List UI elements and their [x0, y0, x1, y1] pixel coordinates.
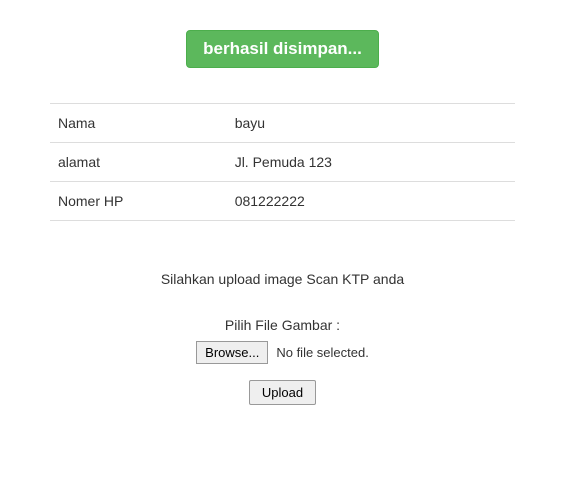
table-row: Nomer HP 081222222 [50, 182, 515, 221]
alert-text: berhasil disimpan... [203, 39, 362, 58]
row-label: alamat [50, 143, 227, 182]
row-label: Nama [50, 104, 227, 143]
row-value: 081222222 [227, 182, 515, 221]
file-input-row: Browse... No file selected. [196, 341, 369, 364]
upload-button[interactable]: Upload [249, 380, 316, 405]
upload-section: Silahkan upload image Scan KTP anda Pili… [50, 271, 515, 405]
page-container: berhasil disimpan... Nama bayu alamat Jl… [0, 0, 565, 445]
row-label: Nomer HP [50, 182, 227, 221]
table-row: Nama bayu [50, 104, 515, 143]
browse-button[interactable]: Browse... [196, 341, 268, 364]
row-value: bayu [227, 104, 515, 143]
row-value: Jl. Pemuda 123 [227, 143, 515, 182]
success-alert: berhasil disimpan... [186, 30, 379, 68]
table-row: alamat Jl. Pemuda 123 [50, 143, 515, 182]
file-field-label: Pilih File Gambar : [50, 317, 515, 333]
file-status-text: No file selected. [276, 345, 369, 360]
info-table: Nama bayu alamat Jl. Pemuda 123 Nomer HP… [50, 103, 515, 221]
upload-instruction: Silahkan upload image Scan KTP anda [50, 271, 515, 287]
